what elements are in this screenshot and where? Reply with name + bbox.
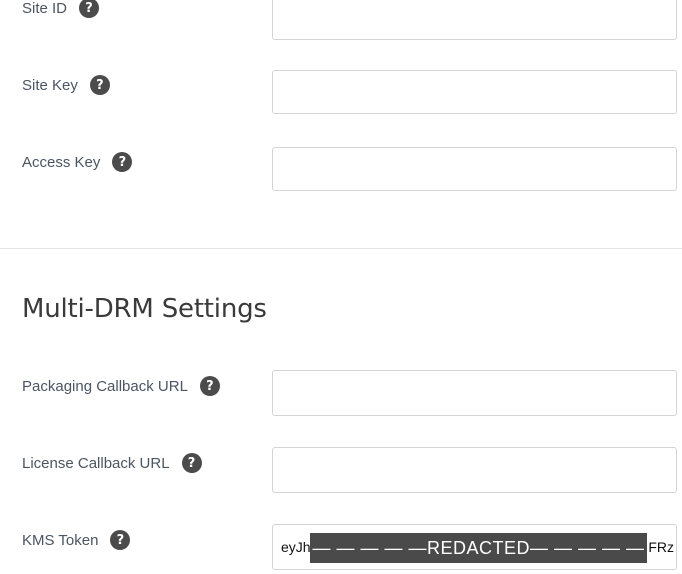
redaction-bar: — — — — —REDACTED— — — — —	[310, 533, 647, 563]
access-key-help-icon[interactable]: ?	[112, 152, 133, 172]
access-key-input[interactable]	[272, 147, 677, 191]
kms-token-value-start: eyJh	[281, 539, 311, 555]
license-callback-url-label: License Callback URL ?	[22, 453, 202, 473]
settings-page: Site ID ? Site Key ? Access Key ? Multi-…	[0, 0, 682, 574]
site-id-help-icon[interactable]: ?	[79, 0, 100, 18]
access-key-label: Access Key ?	[22, 152, 133, 172]
kms-token-help-icon[interactable]: ?	[110, 530, 131, 550]
license-callback-url-input[interactable]	[272, 447, 677, 493]
site-id-label: Site ID ?	[22, 0, 100, 18]
site-key-label: Site Key ?	[22, 75, 110, 95]
kms-token-label: KMS Token ?	[22, 530, 131, 550]
packaging-callback-url-help-icon[interactable]: ?	[199, 376, 220, 396]
section-title: Multi-DRM Settings	[22, 294, 267, 324]
site-key-help-icon[interactable]: ?	[89, 75, 110, 95]
kms-token-input[interactable]: eyJh FRz — — — — —REDACTED— — — — —	[272, 524, 677, 570]
site-key-input[interactable]	[272, 70, 677, 114]
kms-token-value-end: FRz	[648, 539, 674, 555]
section-divider	[0, 248, 682, 249]
license-callback-url-help-icon[interactable]: ?	[181, 453, 202, 473]
packaging-callback-url-input[interactable]	[272, 370, 677, 416]
site-id-input[interactable]	[272, 0, 677, 40]
packaging-callback-url-label: Packaging Callback URL ?	[22, 376, 220, 396]
